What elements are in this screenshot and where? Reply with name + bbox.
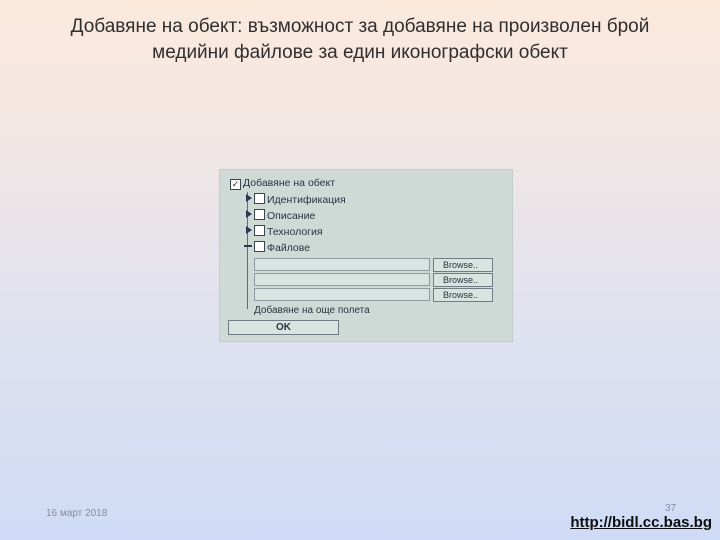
section-label: Описание [267,210,316,222]
file-input-1[interactable] [254,258,430,271]
section-description[interactable]: Описание [254,209,315,222]
ok-button[interactable]: OK [228,320,339,335]
file-input-3[interactable] [254,288,430,301]
section-files[interactable]: Файлове [254,241,310,254]
browse-button-2[interactable]: Browse.. [433,273,493,287]
browse-button-3[interactable]: Browse.. [433,288,493,302]
add-more-fields-link[interactable]: Добавяне на още полета [254,305,370,316]
technology-checkbox[interactable] [254,225,265,236]
file-input-2[interactable] [254,273,430,286]
files-checkbox[interactable] [254,241,265,252]
collapse-dash-icon[interactable] [244,245,252,247]
section-label: Идентификация [267,194,346,206]
description-checkbox[interactable] [254,209,265,220]
slide-title-line-2: медийни файлове за един иконографски обе… [152,42,568,63]
add-object-label: Добавяне на обект [243,177,336,189]
section-label: Технология [267,226,323,238]
page-number: 37 [665,503,677,514]
add-object-checkbox[interactable]: ✓ [230,179,241,190]
add-object-form: ✓ Добавяне на обект Идентификация Описани… [219,169,513,342]
footer-link[interactable]: http://bidl.cc.bas.bg [570,514,712,531]
identification-checkbox[interactable] [254,193,265,204]
section-technology[interactable]: Технология [254,225,323,238]
expand-arrow-icon[interactable] [246,226,252,234]
browse-button-1[interactable]: Browse.. [433,258,493,272]
add-object-row[interactable]: ✓ Добавяне на обект [230,177,335,190]
slide-title-line-1: Добавяне на обект: възможност за добавян… [70,16,650,37]
section-label: Файлове [267,242,311,254]
slide-title: Добавяне на обект: възможност за добавян… [20,14,700,66]
footer-date: 16 март 2018 [46,508,108,519]
section-identification[interactable]: Идентификация [254,193,346,206]
expand-arrow-icon[interactable] [246,210,252,218]
expand-arrow-icon[interactable] [246,194,252,202]
